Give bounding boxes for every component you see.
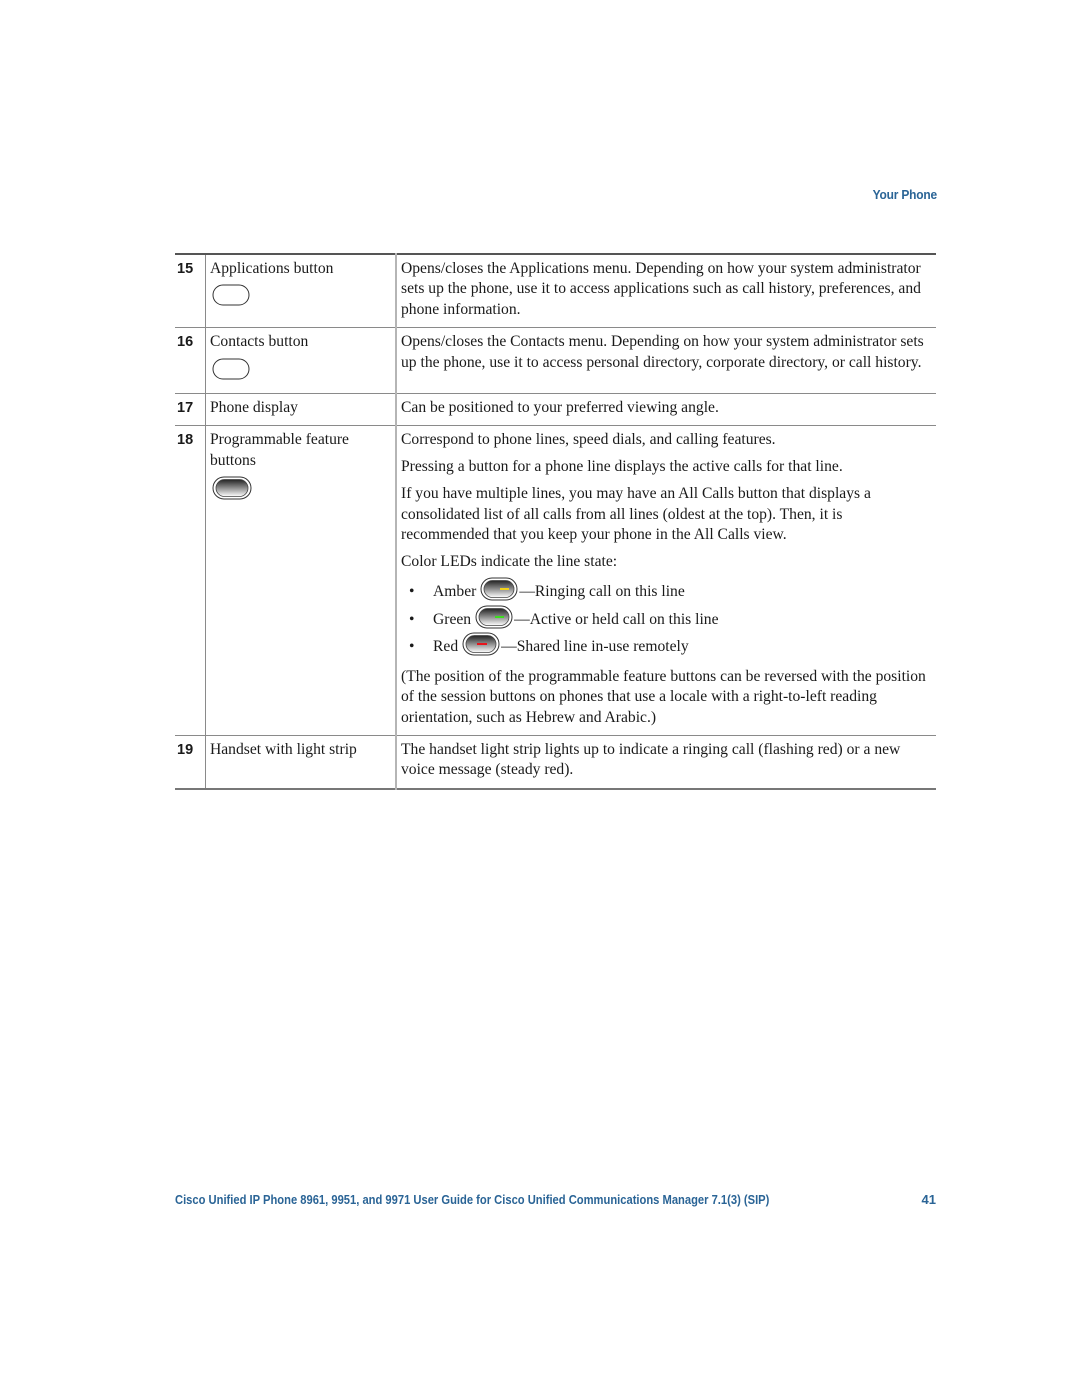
row-name-cell: Programmable feature buttons — [205, 425, 397, 736]
row-name: Programmable feature buttons — [210, 431, 349, 469]
description-paragraph: Can be positioned to your preferred view… — [401, 399, 719, 417]
row-description: Correspond to phone lines, speed dials, … — [396, 425, 936, 736]
description-paragraph: Color LEDs indicate the line state: — [401, 552, 618, 570]
red-led-button-icon — [462, 632, 500, 662]
table-row: 16 Contacts button Opens/closes the Cont… — [175, 327, 936, 394]
row-description: Opens/closes the Applications menu. Depe… — [396, 254, 936, 328]
row-name-cell: Handset with light strip — [205, 734, 397, 789]
bullet: • — [409, 610, 415, 628]
led-state-item-amber: • Amber —Ringing call on this line — [401, 577, 932, 607]
row-description: Opens/closes the Contacts menu. Dependin… — [396, 327, 936, 394]
row-number: 19 — [175, 734, 206, 789]
led-label: Green — [433, 610, 472, 628]
table-row: 15 Applications button Opens/closes the … — [175, 254, 936, 328]
description-paragraph: Correspond to phone lines, speed dials, … — [401, 431, 776, 449]
led-description: —Shared line in-use remotely — [501, 637, 689, 655]
led-description: —Ringing call on this line — [519, 583, 685, 601]
description-paragraph: Pressing a button for a phone line displ… — [401, 458, 843, 476]
description-paragraph: Opens/closes the Contacts menu. Dependin… — [401, 333, 924, 371]
bullet: • — [409, 583, 415, 601]
row-name-cell: Contacts button — [205, 327, 397, 394]
led-state-item-red: • Red —Shared line in-use remotely — [401, 632, 932, 662]
led-state-item-green: • Green —Active or held call on this lin… — [401, 605, 932, 635]
row-number: 17 — [175, 393, 206, 426]
contacts-button-icon — [212, 358, 250, 386]
note-paragraph: (The position of the programmable featur… — [401, 667, 926, 726]
green-led-button-icon — [475, 605, 513, 635]
row-description: The handset light strip lights up to ind… — [396, 734, 936, 789]
footer-document-title: Cisco Unified IP Phone 8961, 9951, and 9… — [175, 1192, 770, 1207]
description-paragraph: The handset light strip lights up to ind… — [401, 740, 901, 779]
row-name: Contacts button — [210, 333, 309, 351]
row-number: 16 — [175, 327, 206, 394]
row-name: Applications button — [210, 260, 334, 277]
row-number: 15 — [175, 254, 206, 328]
row-name: Phone display — [210, 399, 298, 417]
row-name-cell: Applications button — [205, 254, 397, 328]
amber-led-button-icon — [480, 577, 518, 607]
led-state-list: • Amber —Ringing call on this line • Gre… — [401, 577, 932, 662]
page-footer: Cisco Unified IP Phone 8961, 9951, and 9… — [175, 1192, 936, 1207]
row-description: Can be positioned to your preferred view… — [396, 393, 936, 426]
table-row: 18 Programmable feature buttons Correspo… — [175, 425, 936, 736]
section-title: Your Phone — [872, 187, 938, 202]
bullet: • — [409, 637, 415, 655]
row-name-cell: Phone display — [205, 393, 397, 426]
description-paragraph: Opens/closes the Applications menu. Depe… — [401, 260, 921, 318]
table-row: 17 Phone display Can be positioned to yo… — [175, 393, 936, 426]
led-label: Red — [433, 637, 459, 655]
row-name: Handset with light strip — [210, 740, 357, 758]
programmable-feature-button-icon — [212, 476, 252, 506]
description-paragraph: If you have multiple lines, you may have… — [401, 485, 871, 544]
page-number: 41 — [921, 1192, 936, 1207]
led-label: Amber — [433, 583, 477, 601]
led-description: —Active or held call on this line — [514, 610, 719, 628]
row-number: 18 — [175, 425, 206, 736]
applications-button-icon — [212, 284, 250, 312]
table-row: 19 Handset with light strip The handset … — [175, 734, 936, 789]
feature-table: 15 Applications button Opens/closes the … — [175, 253, 936, 790]
